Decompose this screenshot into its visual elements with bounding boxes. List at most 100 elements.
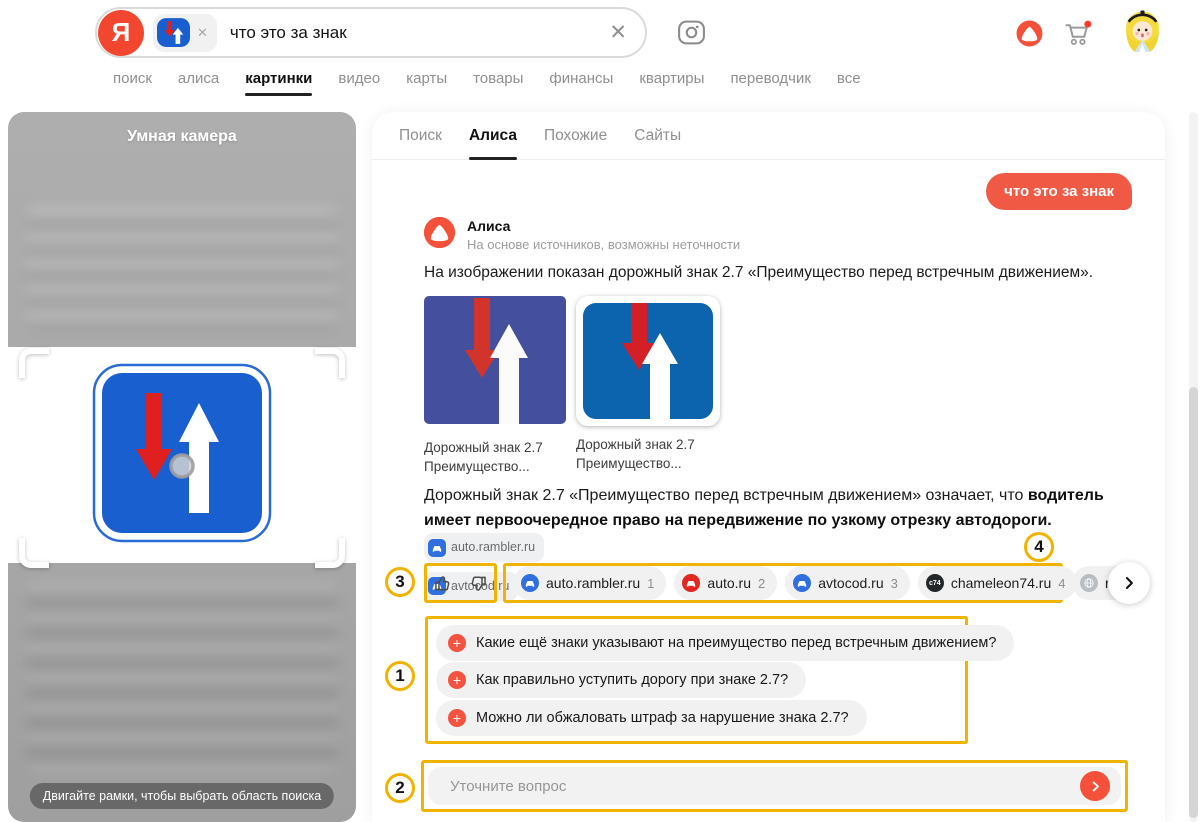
nav-alisa[interactable]: алиса <box>178 70 219 96</box>
nav-all[interactable]: все <box>837 70 861 96</box>
source-number: 4 <box>1058 576 1065 591</box>
alisa-header: Алиса На основе источников, возможны нет… <box>424 217 740 252</box>
image-result-card[interactable]: Дорожный знак 2.7 Преимущество... <box>576 296 720 473</box>
nav-flats[interactable]: квартиры <box>639 70 704 96</box>
avatar[interactable] <box>1120 8 1165 58</box>
tab-alisa[interactable]: Алиса <box>469 112 517 159</box>
alisa-avatar-icon <box>424 217 455 248</box>
image-frame <box>576 296 720 426</box>
source-number: 3 <box>891 576 898 591</box>
service-nav: поиск алиса картинки видео карты товары … <box>113 70 861 96</box>
thumbs-up-icon[interactable] <box>432 573 453 594</box>
plus-icon: + <box>448 634 466 652</box>
suggestion-button[interactable]: + Как правильно уступить дорогу при знак… <box>436 662 806 698</box>
tab-sites[interactable]: Сайты <box>634 112 681 159</box>
results-card: Поиск Алиса Похожие Сайты что это за зна… <box>372 112 1165 822</box>
scrollbar-thumb[interactable] <box>1189 387 1198 818</box>
annotation-4: 4 <box>1024 532 1054 562</box>
image-result-card[interactable]: Дорожный знак 2.7 Преимущество... <box>424 296 566 476</box>
cart-icon[interactable] <box>1062 17 1095 55</box>
camera-panel-title: Умная камера <box>8 128 356 146</box>
source-chip[interactable]: avtocod.ru 3 <box>785 566 910 600</box>
source-site: auto.ru <box>707 575 751 591</box>
source-site: chameleon74.ru <box>951 575 1051 591</box>
send-chevron-icon <box>1088 779 1103 794</box>
globe-icon <box>1080 574 1098 592</box>
source-chip[interactable]: c74 chameleon74.ru 4 <box>918 566 1078 600</box>
inline-source-chip[interactable]: auto.rambler.ru <box>424 533 544 562</box>
nav-translate[interactable]: переводчик <box>730 70 810 96</box>
sources-annotation-box: auto.rambler.ru 1 auto.ru 2 avtocod.ru 3… <box>503 563 1063 603</box>
inline-source-label: auto.rambler.ru <box>451 535 535 560</box>
source-site: avtocod.ru <box>818 575 883 591</box>
alisa-glyph <box>1016 20 1043 47</box>
search-input[interactable] <box>230 23 609 43</box>
tab-similar[interactable]: Похожие <box>544 112 607 159</box>
source-chip[interactable]: auto.rambler.ru 1 <box>513 566 666 600</box>
crop-hint: Двигайте рамки, чтобы выбрать область по… <box>30 783 334 809</box>
alisa-header-icon[interactable] <box>1016 20 1043 52</box>
road-sign-image <box>92 363 272 543</box>
cart-glyph <box>1062 17 1095 50</box>
suggestions-annotation-box: + Какие ещё знаки указывают на преимущес… <box>425 616 968 744</box>
blurred-background <box>26 207 338 332</box>
nav-search[interactable]: поиск <box>113 70 152 96</box>
yandex-logo[interactable]: Я <box>98 10 144 56</box>
nav-goods[interactable]: товары <box>473 70 523 96</box>
caption-line: Преимущество... <box>576 454 720 473</box>
yandex-logo-letter: Я <box>112 17 131 48</box>
annotation-2: 2 <box>385 773 415 803</box>
send-button[interactable] <box>1080 771 1110 801</box>
car-icon <box>428 539 446 557</box>
nav-video[interactable]: видео <box>338 70 380 96</box>
annotation-3: 3 <box>385 567 415 597</box>
road-sign-thumb-blue <box>583 303 713 419</box>
caption-line: Преимущество... <box>424 457 566 476</box>
nav-maps[interactable]: карты <box>406 70 447 96</box>
nav-finance[interactable]: финансы <box>549 70 613 96</box>
alisa-name: Алиса <box>467 217 740 234</box>
suggestion-label: Как правильно уступить дорогу при знаке … <box>476 672 788 688</box>
followup-input[interactable] <box>428 778 1080 795</box>
smart-camera-panel: Умная камера Двигайте рамки, чтобы выбра… <box>8 112 356 822</box>
avatar-image <box>1120 8 1165 53</box>
remove-image-icon[interactable]: ✕ <box>197 26 208 39</box>
source-number: 1 <box>647 576 654 591</box>
road-sign-thumbnail-icon <box>157 18 190 47</box>
scroll-sources-right-button[interactable] <box>1108 562 1150 604</box>
search-bar[interactable]: Я ✕ ✕ <box>95 7 647 58</box>
page-scrollbar[interactable] <box>1189 112 1198 822</box>
answer-text: Дорожный знак 2.7 «Преимущество перед вс… <box>424 487 1028 504</box>
chevron-right-icon <box>1119 573 1139 593</box>
nav-images[interactable]: картинки <box>245 70 312 96</box>
thumbs-down-icon[interactable] <box>468 573 489 594</box>
c74-favicon: c74 <box>926 574 944 592</box>
clear-search-icon[interactable]: ✕ <box>609 20 627 45</box>
input-annotation-box <box>421 760 1128 812</box>
search-image-chip[interactable]: ✕ <box>153 14 217 52</box>
source-chip[interactable]: auto.ru 2 <box>674 566 777 600</box>
crop-handle-bottom-right[interactable] <box>315 538 345 568</box>
tab-search[interactable]: Поиск <box>399 112 442 159</box>
user-query-bubble: что это за знак <box>986 173 1132 210</box>
feedback-annotation-box <box>424 563 497 603</box>
answer-intro: На изображении показан дорожный знак 2.7… <box>424 264 1140 282</box>
plus-icon: + <box>448 709 466 727</box>
crop-handle-top-left[interactable] <box>19 348 49 378</box>
crop-handle-bottom-left[interactable] <box>19 538 49 568</box>
crop-handle-top-right[interactable] <box>315 348 345 378</box>
suggestion-label: Можно ли обжаловать штраф за нарушение з… <box>476 710 849 726</box>
car-icon <box>682 574 700 592</box>
followup-input-pill[interactable] <box>428 767 1121 805</box>
caption-line: Дорожный знак 2.7 <box>576 435 720 454</box>
smart-camera-icon[interactable] <box>676 17 707 53</box>
image-results: Дорожный знак 2.7 Преимущество... Дорожн… <box>424 296 720 476</box>
blurred-background <box>26 582 338 772</box>
suggestion-button[interactable]: + Какие ещё знаки указывают на преимущес… <box>436 625 1014 661</box>
suggestion-button[interactable]: + Можно ли обжаловать штраф за нарушение… <box>436 700 867 736</box>
image-caption: Дорожный знак 2.7 Преимущество... <box>424 438 566 476</box>
annotation-1: 1 <box>385 661 415 691</box>
car-icon <box>793 574 811 592</box>
alisa-disclaimer: На основе источников, возможны неточност… <box>467 237 740 252</box>
plus-icon: + <box>448 671 466 689</box>
